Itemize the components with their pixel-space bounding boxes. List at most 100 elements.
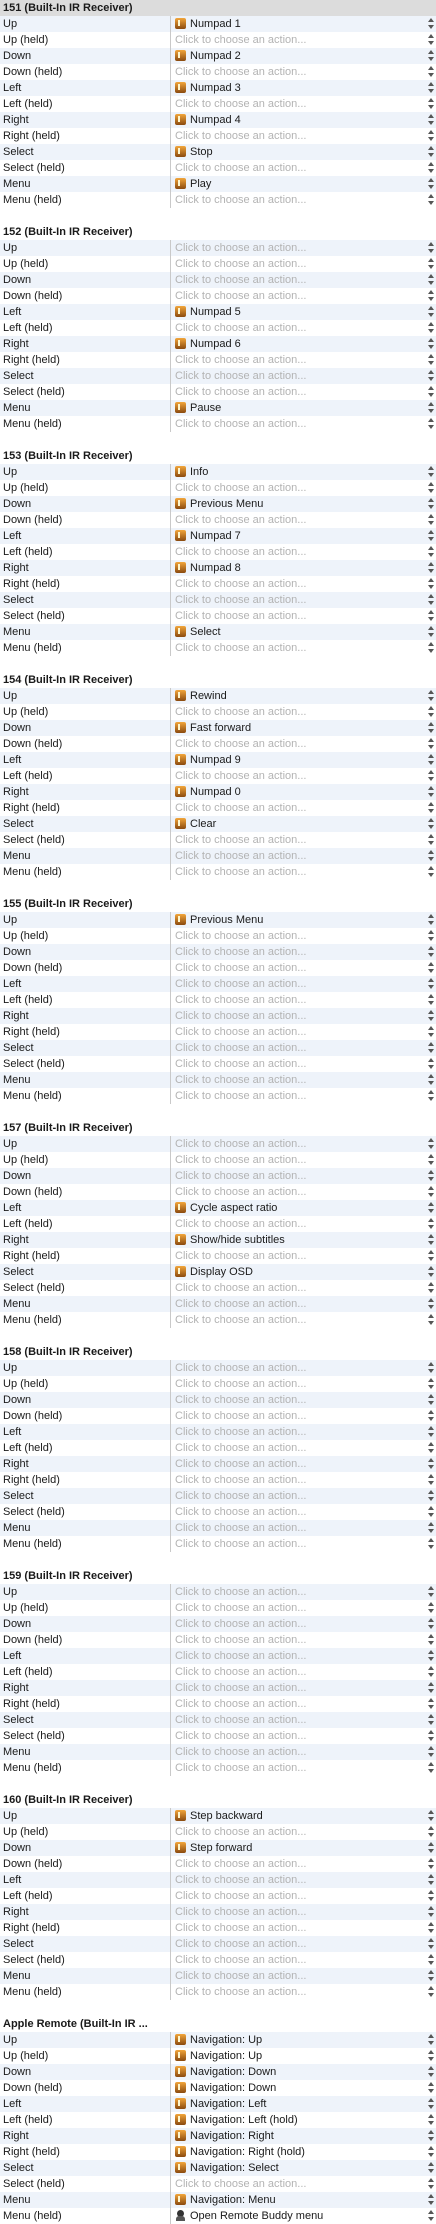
- mapping-row[interactable]: Select Display OSD: [0, 1264, 436, 1280]
- action-popup[interactable]: Click to choose an action...: [172, 704, 427, 720]
- stepper-arrows-icon[interactable]: [428, 1810, 434, 1822]
- action-popup[interactable]: Click to choose an action...: [172, 1872, 427, 1888]
- mapping-row[interactable]: Left (held) Click to choose an action...: [0, 1216, 436, 1232]
- stepper-arrows-icon[interactable]: [428, 178, 434, 190]
- stepper-arrows-icon[interactable]: [428, 1682, 434, 1694]
- action-popup[interactable]: Click to choose an action...: [172, 1920, 427, 1936]
- stepper-arrows-icon[interactable]: [428, 514, 434, 526]
- mapping-row[interactable]: Menu (held) Click to choose an action...: [0, 864, 436, 880]
- mapping-row[interactable]: Right Click to choose an action...: [0, 1904, 436, 1920]
- stepper-arrows-icon[interactable]: [428, 1618, 434, 1630]
- stepper-arrows-icon[interactable]: [428, 1538, 434, 1550]
- stepper-arrows-icon[interactable]: [428, 1170, 434, 1182]
- action-popup[interactable]: Click to choose an action...: [172, 1184, 427, 1200]
- action-popup[interactable]: Step backward: [172, 1808, 427, 1824]
- mapping-row[interactable]: Up (held) Click to choose an action...: [0, 1824, 436, 1840]
- stepper-arrows-icon[interactable]: [428, 1282, 434, 1294]
- action-popup[interactable]: Play: [172, 176, 427, 192]
- action-popup[interactable]: Click to choose an action...: [172, 768, 427, 784]
- stepper-arrows-icon[interactable]: [428, 850, 434, 862]
- mapping-row[interactable]: Left Click to choose an action...: [0, 1424, 436, 1440]
- stepper-arrows-icon[interactable]: [428, 466, 434, 478]
- mapping-row[interactable]: Down (held) Click to choose an action...: [0, 1408, 436, 1424]
- action-popup[interactable]: Numpad 8: [172, 560, 427, 576]
- stepper-arrows-icon[interactable]: [428, 1362, 434, 1374]
- action-popup[interactable]: Click to choose an action...: [172, 1152, 427, 1168]
- stepper-arrows-icon[interactable]: [428, 50, 434, 62]
- mapping-row[interactable]: Left Cycle aspect ratio: [0, 1200, 436, 1216]
- stepper-arrows-icon[interactable]: [428, 1234, 434, 1246]
- stepper-arrows-icon[interactable]: [428, 1298, 434, 1310]
- mapping-row[interactable]: Left (held) Click to choose an action...: [0, 544, 436, 560]
- stepper-arrows-icon[interactable]: [428, 386, 434, 398]
- mapping-row[interactable]: Select (held) Click to choose an action..…: [0, 1728, 436, 1744]
- stepper-arrows-icon[interactable]: [428, 1010, 434, 1022]
- action-popup[interactable]: Click to choose an action...: [172, 1760, 427, 1776]
- stepper-arrows-icon[interactable]: [428, 1842, 434, 1854]
- mapping-row[interactable]: Up (held) Navigation: Up: [0, 2048, 436, 2064]
- action-popup[interactable]: Click to choose an action...: [172, 544, 427, 560]
- mapping-row[interactable]: Left Click to choose an action...: [0, 976, 436, 992]
- mapping-row[interactable]: Menu Navigation: Menu: [0, 2192, 436, 2208]
- mapping-row[interactable]: Up Click to choose an action...: [0, 1360, 436, 1376]
- stepper-arrows-icon[interactable]: [428, 306, 434, 318]
- action-popup[interactable]: Click to choose an action...: [172, 1216, 427, 1232]
- mapping-row[interactable]: Left (held) Navigation: Left (hold): [0, 2112, 436, 2128]
- stepper-arrows-icon[interactable]: [428, 2162, 434, 2174]
- mapping-row[interactable]: Up (held) Click to choose an action...: [0, 32, 436, 48]
- mapping-row[interactable]: Right Numpad 0: [0, 784, 436, 800]
- action-popup[interactable]: Numpad 4: [172, 112, 427, 128]
- mapping-row[interactable]: Down (held) Click to choose an action...: [0, 960, 436, 976]
- mapping-row[interactable]: Menu Click to choose an action...: [0, 1296, 436, 1312]
- action-popup[interactable]: Fast forward: [172, 720, 427, 736]
- stepper-arrows-icon[interactable]: [428, 1970, 434, 1982]
- mapping-row[interactable]: Select Stop: [0, 144, 436, 160]
- mapping-row[interactable]: Right (held) Click to choose an action...: [0, 800, 436, 816]
- action-popup[interactable]: Click to choose an action...: [172, 1584, 427, 1600]
- action-popup[interactable]: Navigation: Down: [172, 2080, 427, 2096]
- stepper-arrows-icon[interactable]: [428, 1666, 434, 1678]
- stepper-arrows-icon[interactable]: [428, 1026, 434, 1038]
- mapping-row[interactable]: Right Click to choose an action...: [0, 1680, 436, 1696]
- stepper-arrows-icon[interactable]: [428, 258, 434, 270]
- stepper-arrows-icon[interactable]: [428, 1314, 434, 1326]
- stepper-arrows-icon[interactable]: [428, 1762, 434, 1774]
- mapping-row[interactable]: Menu Click to choose an action...: [0, 848, 436, 864]
- action-popup[interactable]: Click to choose an action...: [172, 960, 427, 976]
- stepper-arrows-icon[interactable]: [428, 1154, 434, 1166]
- stepper-arrows-icon[interactable]: [428, 802, 434, 814]
- stepper-arrows-icon[interactable]: [428, 530, 434, 542]
- mapping-row[interactable]: Right (held) Click to choose an action...: [0, 1920, 436, 1936]
- stepper-arrows-icon[interactable]: [428, 722, 434, 734]
- stepper-arrows-icon[interactable]: [428, 66, 434, 78]
- mapping-row[interactable]: Up Rewind: [0, 688, 436, 704]
- mapping-row[interactable]: Menu (held) Click to choose an action...: [0, 640, 436, 656]
- action-popup[interactable]: Click to choose an action...: [172, 1968, 427, 1984]
- mapping-row[interactable]: Right Click to choose an action...: [0, 1008, 436, 1024]
- action-popup[interactable]: Click to choose an action...: [172, 1040, 427, 1056]
- action-popup[interactable]: Click to choose an action...: [172, 1296, 427, 1312]
- action-popup[interactable]: Navigation: Select: [172, 2160, 427, 2176]
- stepper-arrows-icon[interactable]: [428, 626, 434, 638]
- action-popup[interactable]: Click to choose an action...: [172, 1520, 427, 1536]
- mapping-row[interactable]: Up Click to choose an action...: [0, 240, 436, 256]
- action-popup[interactable]: Click to choose an action...: [172, 608, 427, 624]
- stepper-arrows-icon[interactable]: [428, 1090, 434, 1102]
- action-popup[interactable]: Click to choose an action...: [172, 1392, 427, 1408]
- mapping-row[interactable]: Left (held) Click to choose an action...: [0, 1440, 436, 1456]
- mapping-row[interactable]: Down Click to choose an action...: [0, 1616, 436, 1632]
- stepper-arrows-icon[interactable]: [428, 2130, 434, 2142]
- action-popup[interactable]: Click to choose an action...: [172, 1088, 427, 1104]
- mapping-row[interactable]: Left Click to choose an action...: [0, 1872, 436, 1888]
- mapping-row[interactable]: Right Click to choose an action...: [0, 1456, 436, 1472]
- stepper-arrows-icon[interactable]: [428, 2146, 434, 2158]
- mapping-row[interactable]: Select Click to choose an action...: [0, 1936, 436, 1952]
- mapping-row[interactable]: Right (held) Click to choose an action...: [0, 352, 436, 368]
- mapping-row[interactable]: Down (held) Click to choose an action...: [0, 288, 436, 304]
- mapping-row[interactable]: Left (held) Click to choose an action...: [0, 1664, 436, 1680]
- mapping-row[interactable]: Menu (held) Click to choose an action...: [0, 416, 436, 432]
- action-popup[interactable]: Click to choose an action...: [172, 128, 427, 144]
- mapping-row[interactable]: Right Navigation: Right: [0, 2128, 436, 2144]
- mapping-row[interactable]: Menu Pause: [0, 400, 436, 416]
- action-popup[interactable]: Click to choose an action...: [172, 992, 427, 1008]
